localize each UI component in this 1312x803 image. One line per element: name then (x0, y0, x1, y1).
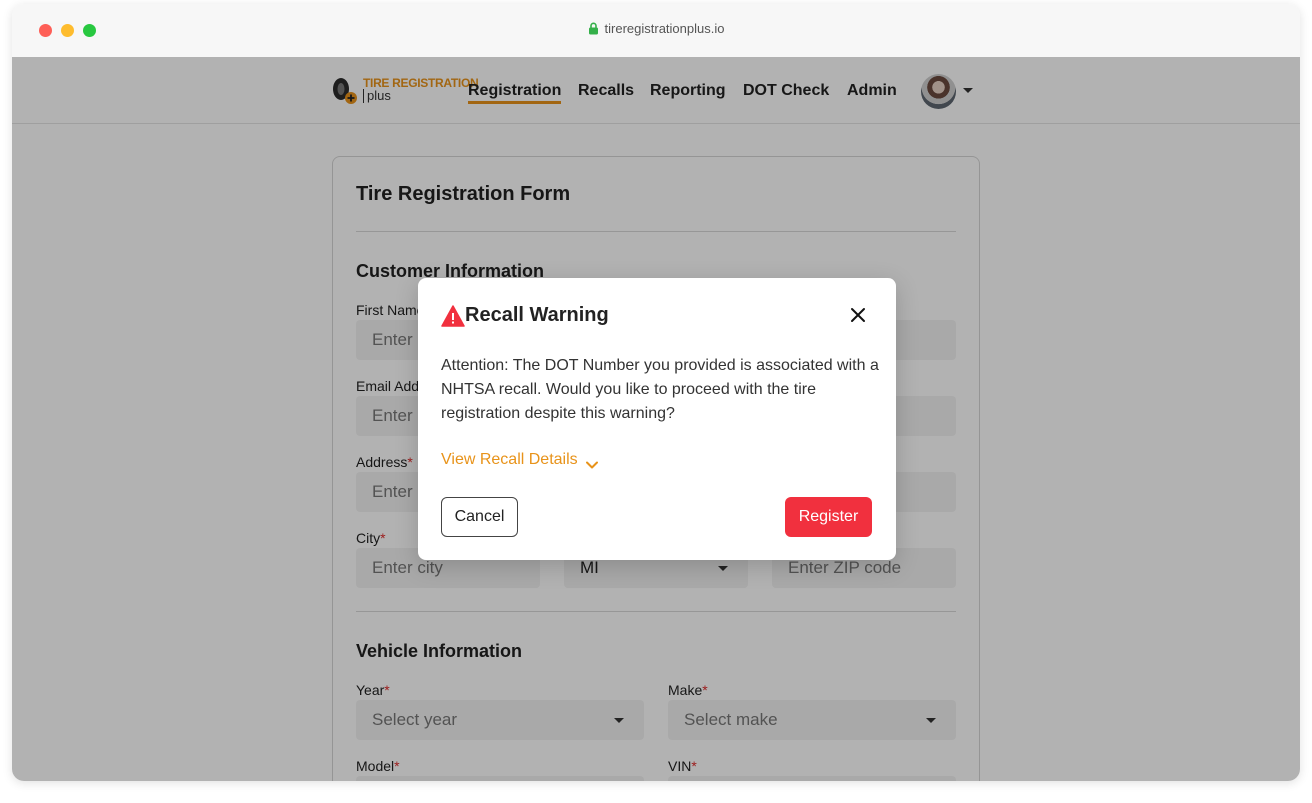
lock-icon (588, 22, 599, 35)
view-recall-details-label: View Recall Details (441, 451, 578, 468)
address-bar[interactable]: tireregistrationplus.io (12, 21, 1300, 36)
close-icon[interactable] (848, 305, 868, 325)
modal-title: Recall Warning (465, 304, 609, 326)
modal-message: Attention: The DOT Number you provided i… (441, 357, 879, 422)
recall-warning-modal: Recall Warning Attention: The DOT Number… (418, 278, 896, 560)
chevron-down-icon (585, 456, 598, 469)
browser-titlebar: tireregistrationplus.io (12, 4, 1300, 57)
browser-window: tireregistrationplus.io TIRE REGISTRATIO… (12, 4, 1300, 781)
register-button[interactable]: Register (785, 497, 872, 537)
url-text: tireregistrationplus.io (604, 21, 725, 36)
warning-icon (441, 305, 465, 327)
view-recall-details-link[interactable]: View Recall Details (441, 451, 598, 469)
cancel-button[interactable]: Cancel (441, 497, 518, 537)
